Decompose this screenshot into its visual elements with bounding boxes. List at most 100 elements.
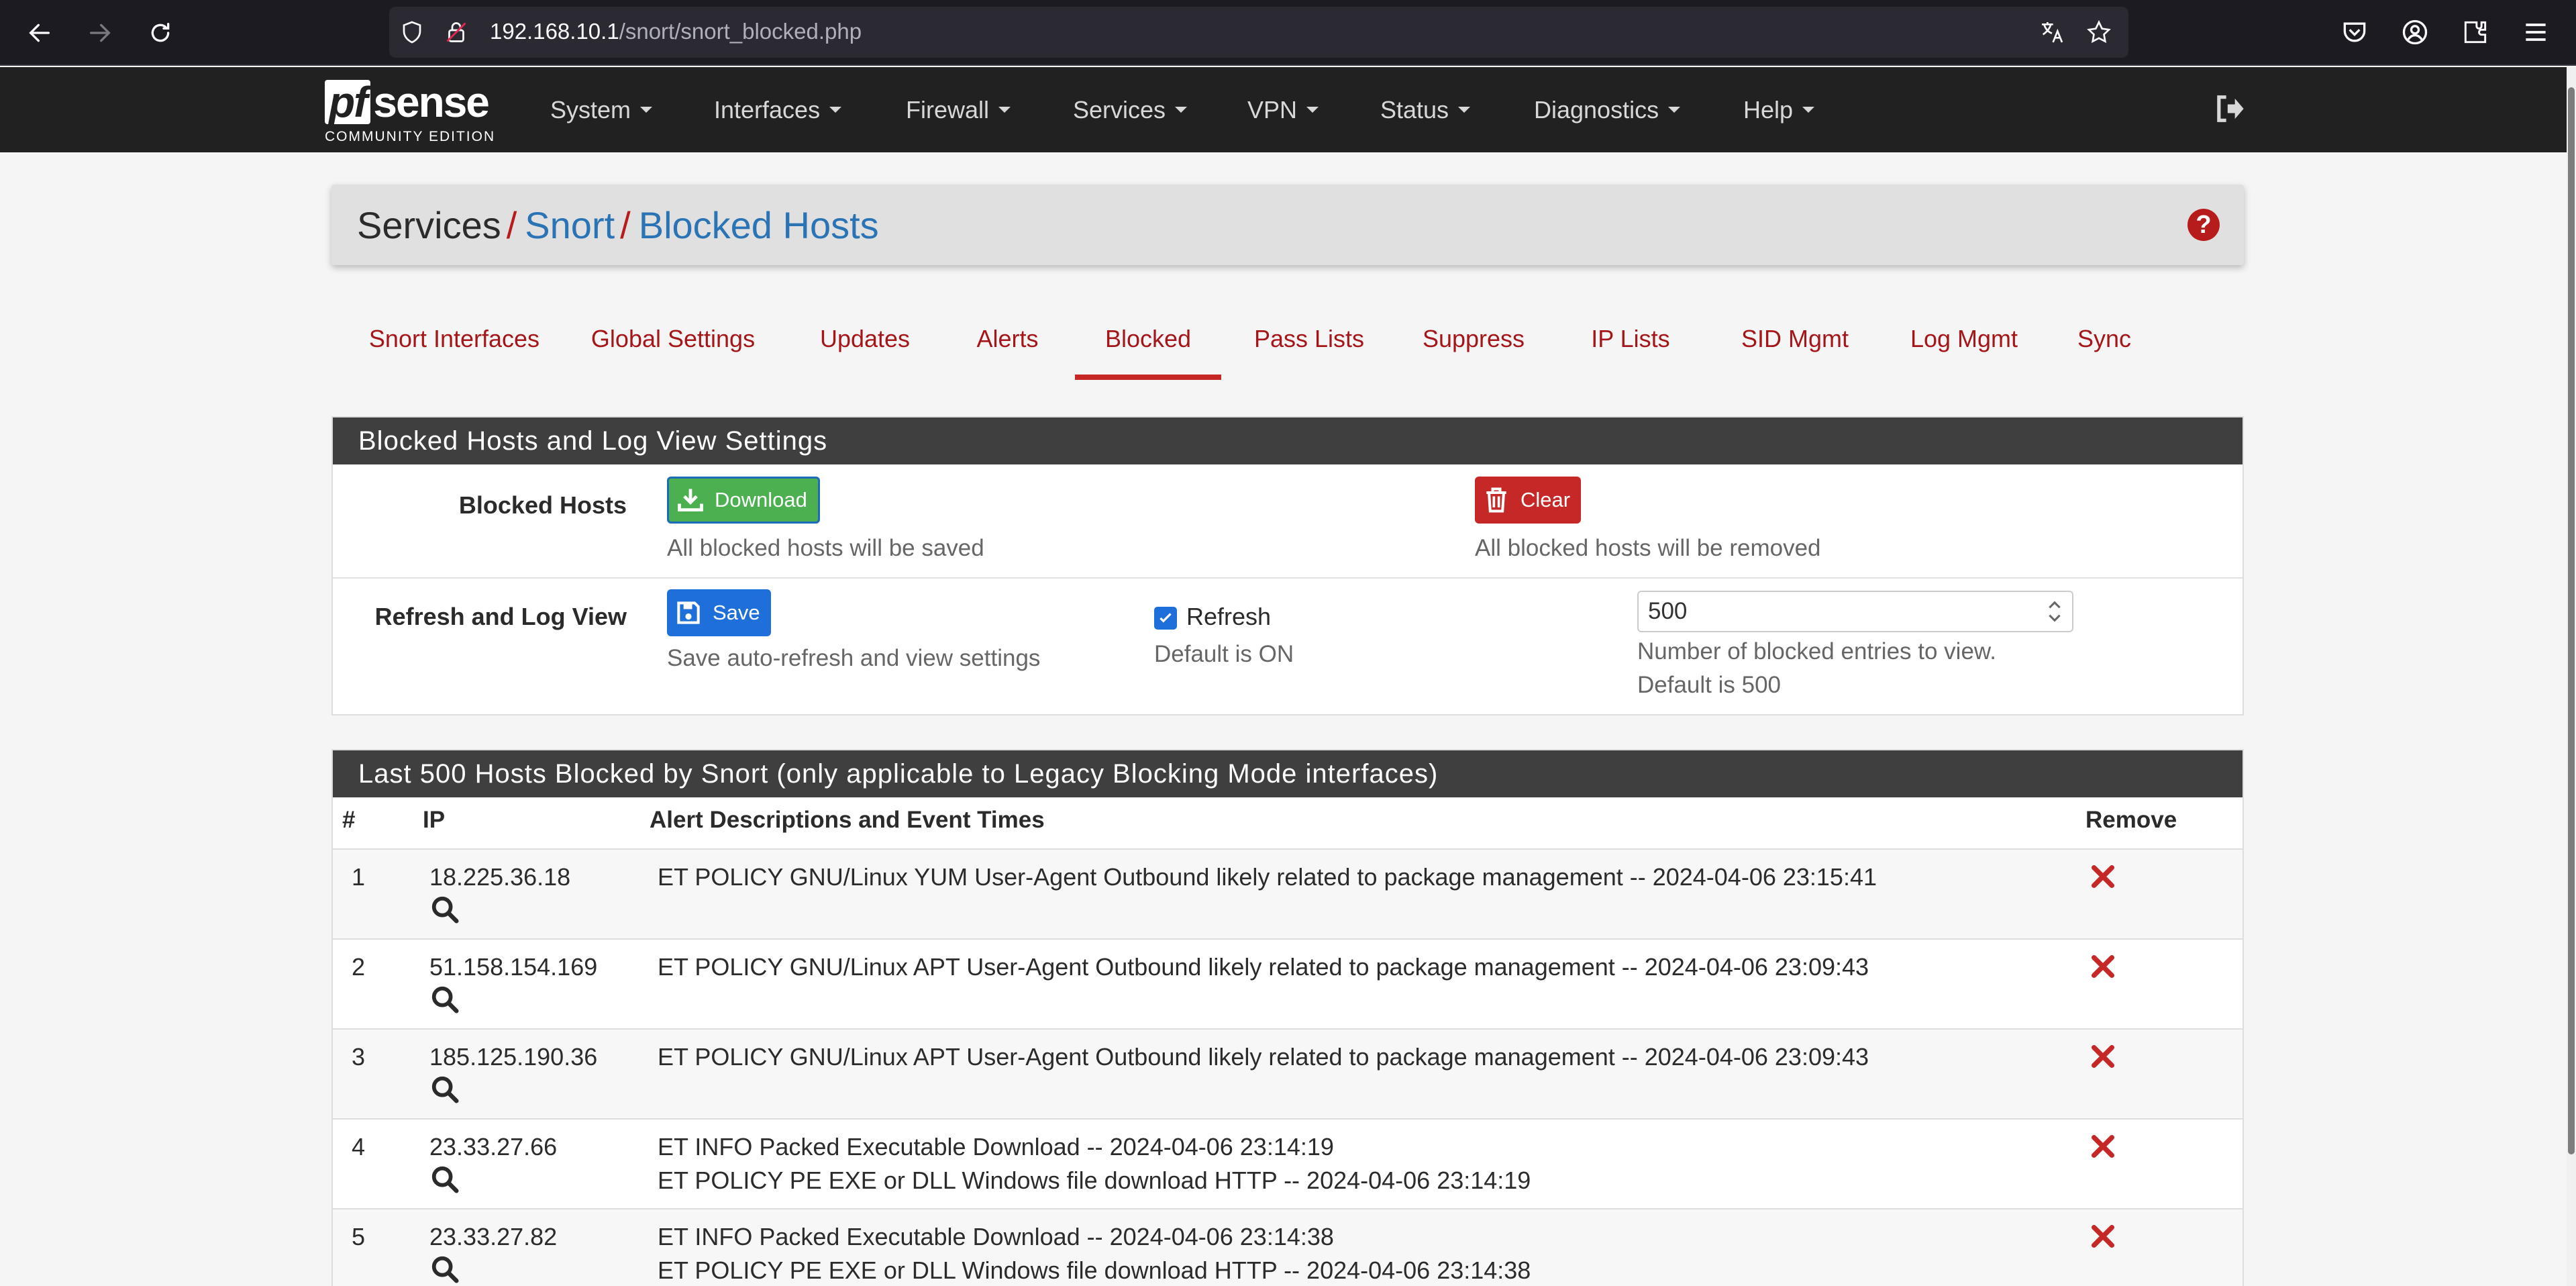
page-scrollbar[interactable] xyxy=(2567,67,2576,1286)
column-header-num: # xyxy=(342,807,356,833)
spinner-icon[interactable] xyxy=(2047,597,2063,626)
star-icon[interactable] xyxy=(2085,19,2112,46)
translate-icon[interactable] xyxy=(2039,19,2065,46)
reload-icon[interactable] xyxy=(142,15,178,51)
menu-label: Firewall xyxy=(906,95,990,123)
menu-services[interactable]: Services xyxy=(1073,67,1188,152)
menu-icon[interactable] xyxy=(2521,17,2551,47)
tab-blocked[interactable]: Blocked xyxy=(1075,315,1221,380)
breadcrumb-separator: / xyxy=(506,204,517,246)
download-button[interactable]: Download xyxy=(667,477,820,524)
entries-input[interactable]: 500 xyxy=(1637,591,2073,632)
account-icon[interactable] xyxy=(2400,17,2430,47)
url-bar[interactable]: 192.168.10.1/snort/snort_blocked.php xyxy=(389,7,2128,58)
pfsense-logo[interactable]: pf sense COMMUNITY EDITION xyxy=(325,77,506,144)
trash-icon xyxy=(1486,487,1506,513)
download-help: All blocked hosts will be saved xyxy=(667,535,984,561)
search-icon[interactable] xyxy=(429,1254,460,1285)
clear-help: All blocked hosts will be removed xyxy=(1475,535,1821,561)
tab-ip-lists[interactable]: IP Lists xyxy=(1584,315,1678,380)
caret-down-icon xyxy=(1306,107,1319,113)
refresh-log-view-row: Refresh and Log View Save Save auto-refr… xyxy=(333,579,2243,715)
search-icon[interactable] xyxy=(429,984,460,1015)
shield-icon[interactable] xyxy=(400,20,424,44)
menu-label: VPN xyxy=(1247,95,1298,123)
blocked-hosts-panel-title: Last 500 Hosts Blocked by Snort (only ap… xyxy=(333,750,2243,797)
settings-panel-title: Blocked Hosts and Log View Settings xyxy=(333,417,2243,464)
forward-arrow-icon[interactable] xyxy=(82,15,118,51)
menu-status[interactable]: Status xyxy=(1380,67,1471,152)
menu-help[interactable]: Help xyxy=(1743,67,1815,152)
tab-snort-interfaces[interactable]: Snort Interfaces xyxy=(364,315,545,380)
back-arrow-icon[interactable] xyxy=(21,15,58,51)
scrollbar-thumb[interactable] xyxy=(2568,87,2575,1154)
tab-global-settings[interactable]: Global Settings xyxy=(589,315,757,380)
refresh-label: Refresh xyxy=(1186,603,1272,630)
tab-alerts[interactable]: Alerts xyxy=(969,315,1046,380)
tab-suppress[interactable]: Suppress xyxy=(1420,315,1527,380)
remove-icon[interactable] xyxy=(2090,1043,2116,1070)
table-row: 5 23.33.27.82 ET INFO Packed Executable … xyxy=(333,1208,2243,1286)
logout-icon[interactable] xyxy=(2212,91,2247,126)
caret-down-icon xyxy=(1175,107,1188,113)
menu-interfaces[interactable]: Interfaces xyxy=(714,67,842,152)
logo-sense: sense xyxy=(373,78,489,126)
refresh-help: Default is ON xyxy=(1154,641,1294,667)
logo-pf: pf xyxy=(325,80,371,124)
tab-pass-lists[interactable]: Pass Lists xyxy=(1252,315,1366,380)
logo-edition: COMMUNITY EDITION xyxy=(325,129,496,144)
clear-button[interactable]: Clear xyxy=(1475,477,1582,524)
caret-down-icon xyxy=(640,107,653,113)
row-num: 3 xyxy=(352,1043,366,1071)
remove-icon[interactable] xyxy=(2090,1133,2116,1160)
caret-down-icon xyxy=(998,107,1011,113)
menu-diagnostics[interactable]: Diagnostics xyxy=(1534,67,1681,152)
breadcrumb-root: Services xyxy=(357,204,501,246)
tab-log-mgmt[interactable]: Log Mgmt xyxy=(1907,315,2021,380)
search-icon[interactable] xyxy=(429,894,460,925)
help-icon[interactable]: ? xyxy=(2187,209,2220,241)
blocked-hosts-row: Blocked Hosts Download All blocked hosts… xyxy=(333,464,2243,577)
download-label: Download xyxy=(715,488,807,511)
entries-help-2: Default is 500 xyxy=(1637,672,1782,698)
menu-vpn[interactable]: VPN xyxy=(1247,67,1319,152)
remove-icon[interactable] xyxy=(2090,953,2116,980)
save-icon xyxy=(677,601,700,624)
tab-sid-mgmt[interactable]: SID Mgmt xyxy=(1735,315,1855,380)
tab-updates[interactable]: Updates xyxy=(815,315,915,380)
pfsense-navbar: pf sense COMMUNITY EDITION System Interfa… xyxy=(0,67,2576,152)
menu-firewall[interactable]: Firewall xyxy=(906,67,1011,152)
entries-help-1: Number of blocked entries to view. xyxy=(1637,638,1996,664)
table-row: 3 185.125.190.36 ET POLICY GNU/Linux APT… xyxy=(333,1028,2243,1118)
extensions-icon[interactable] xyxy=(2461,17,2490,47)
menu-system[interactable]: System xyxy=(550,67,653,152)
url-host: 192.168.10.1 xyxy=(490,19,619,44)
breadcrumb-snort[interactable]: Snort xyxy=(525,204,615,246)
row-desc: ET POLICY PE EXE or DLL Windows file dow… xyxy=(658,1256,1531,1284)
column-header-desc: Alert Descriptions and Event Times xyxy=(650,807,1045,833)
entries-value: 500 xyxy=(1648,598,1688,624)
url-text[interactable]: 192.168.10.1/snort/snort_blocked.php xyxy=(490,19,862,44)
caret-down-icon xyxy=(1458,107,1471,113)
breadcrumb-blocked-hosts[interactable]: Blocked Hosts xyxy=(639,204,879,246)
refresh-log-view-label: Refresh and Log View xyxy=(374,603,627,630)
tab-bar: Snort Interfaces Global Settings Updates… xyxy=(331,315,2244,383)
caret-down-icon xyxy=(1802,107,1815,113)
table-row: 4 23.33.27.66 ET INFO Packed Executable … xyxy=(333,1118,2243,1208)
lock-icon[interactable] xyxy=(444,20,468,44)
save-button[interactable]: Save xyxy=(667,589,771,636)
table-row: 2 51.158.154.169 ET POLICY GNU/Linux APT… xyxy=(333,938,2243,1028)
tab-sync[interactable]: Sync xyxy=(2073,315,2135,380)
refresh-checkbox[interactable] xyxy=(1154,607,1177,630)
browser-toolbar: 192.168.10.1/snort/snort_blocked.php xyxy=(0,0,2576,66)
menu-label: Services xyxy=(1073,95,1166,123)
settings-panel: Blocked Hosts and Log View Settings Bloc… xyxy=(331,416,2244,715)
pocket-icon[interactable] xyxy=(2340,17,2369,47)
row-num: 4 xyxy=(352,1133,366,1160)
row-ip: 18.225.36.18 xyxy=(429,863,571,891)
search-icon[interactable] xyxy=(429,1164,460,1195)
search-icon[interactable] xyxy=(429,1074,460,1105)
row-desc: ET POLICY GNU/Linux APT User-Agent Outbo… xyxy=(658,1043,1869,1071)
remove-icon[interactable] xyxy=(2090,863,2116,890)
remove-icon[interactable] xyxy=(2090,1223,2116,1250)
